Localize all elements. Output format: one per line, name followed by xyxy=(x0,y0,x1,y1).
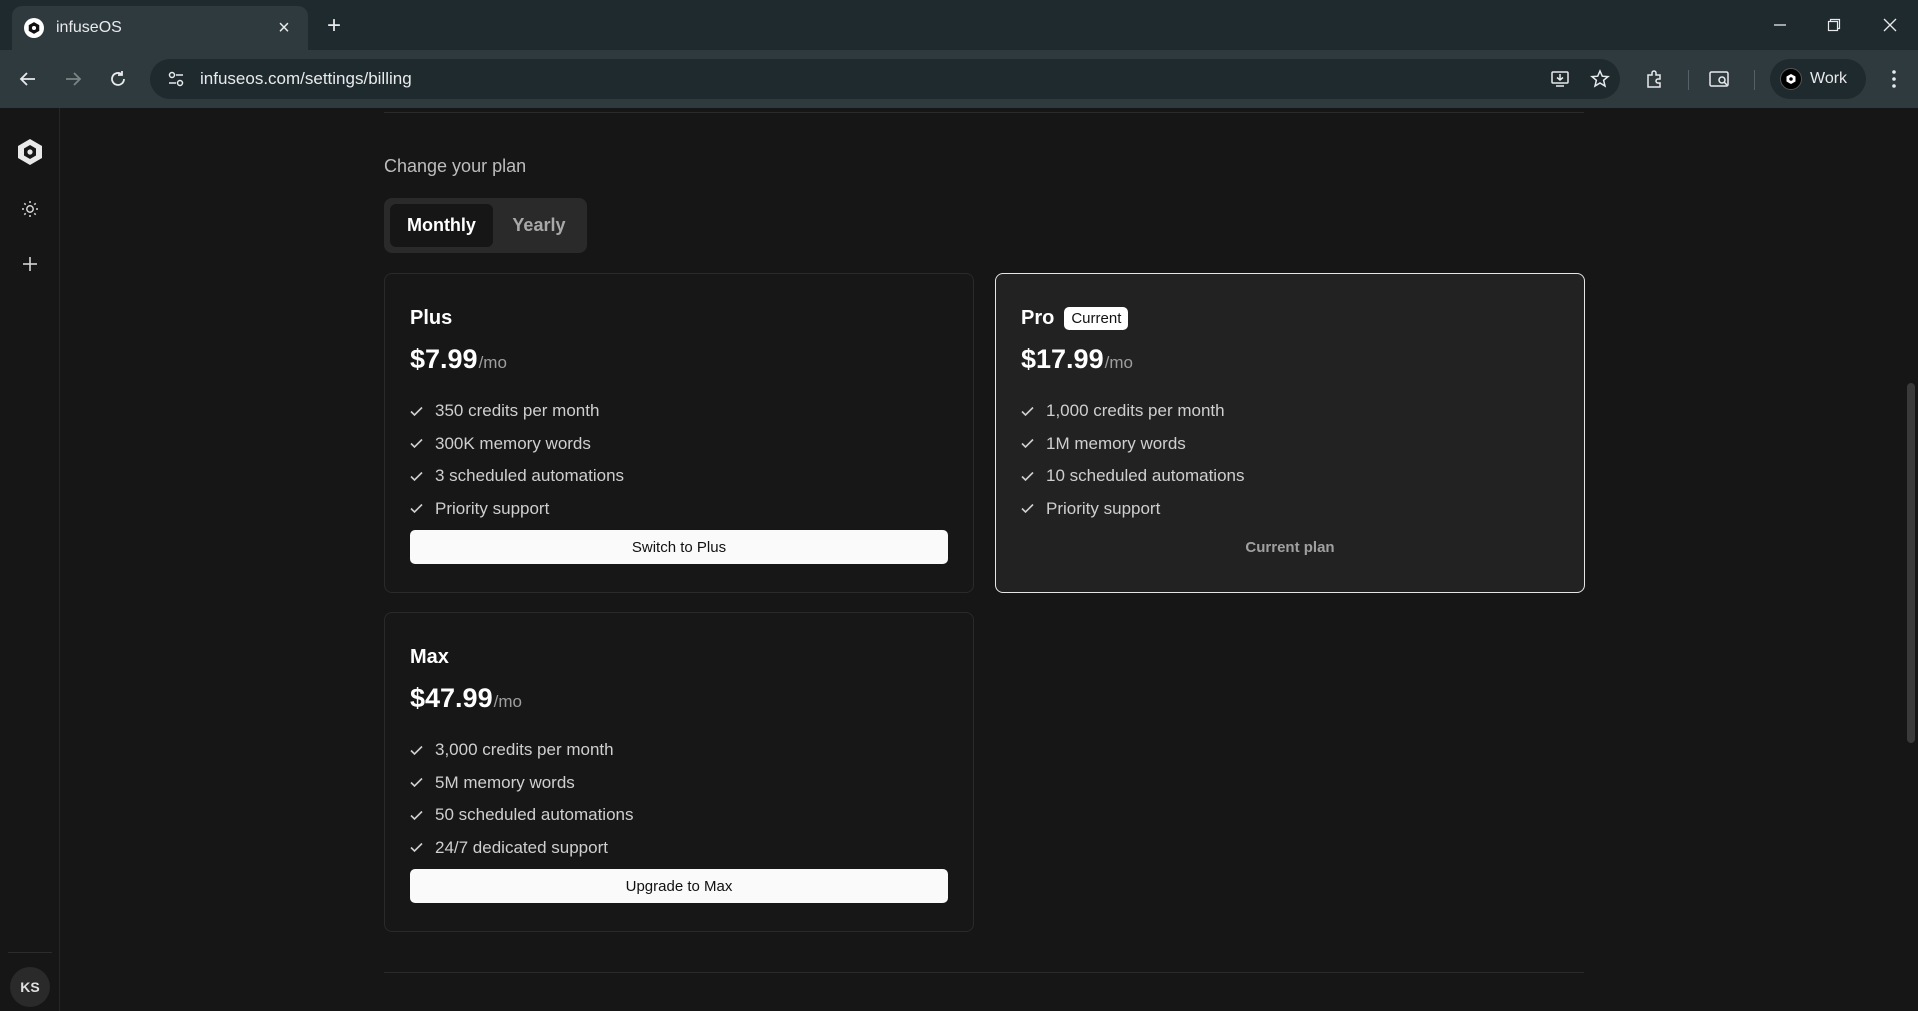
profile-name: Work xyxy=(1810,70,1848,87)
page-heading: Change your plan xyxy=(384,156,527,176)
check-icon xyxy=(410,777,435,788)
feature-list: 1,000 credits per month 1M memory words … xyxy=(1021,395,1559,525)
check-icon xyxy=(1021,438,1046,449)
minimize-icon[interactable] xyxy=(1752,0,1808,50)
add-icon[interactable] xyxy=(10,244,50,284)
plan-price: $7.99 xyxy=(410,344,478,374)
feature-item: 3,000 credits per month xyxy=(410,734,948,767)
url-text[interactable]: infuseos.com/settings/billing xyxy=(200,69,1540,89)
bookmark-star-icon[interactable] xyxy=(1580,59,1620,99)
feature-item: Priority support xyxy=(1021,493,1559,526)
browser-menu-icon[interactable] xyxy=(1876,61,1912,97)
check-icon xyxy=(410,471,435,482)
plan-card-pro: Pro Current $17.99 /mo 1,000 credits per… xyxy=(995,273,1585,593)
toggle-monthly[interactable]: Monthly xyxy=(390,204,493,247)
plan-price: $47.99 xyxy=(410,683,493,713)
sidebar-divider xyxy=(8,952,52,953)
new-tab-icon[interactable]: + xyxy=(318,10,350,42)
plan-card-plus: Plus $7.99 /mo 350 credits per month 300… xyxy=(384,273,974,593)
back-icon[interactable] xyxy=(10,61,46,97)
feature-item: 1,000 credits per month xyxy=(1021,395,1559,428)
check-icon xyxy=(1021,471,1046,482)
plan-name: Plus xyxy=(410,306,453,329)
feature-item: 5M memory words xyxy=(410,767,948,800)
current-badge: Current xyxy=(1064,306,1129,330)
profile-button[interactable]: Work xyxy=(1770,59,1866,99)
switch-to-plus-button[interactable]: Switch to Plus xyxy=(410,530,948,564)
check-icon xyxy=(410,406,435,417)
forward-icon[interactable] xyxy=(55,61,91,97)
feature-item: 24/7 dedicated support xyxy=(410,832,948,865)
feature-item: 10 scheduled automations xyxy=(1021,460,1559,493)
plan-card-max: Max $47.99 /mo 3,000 credits per month 5… xyxy=(384,612,974,932)
feature-item: 3 scheduled automations xyxy=(410,460,948,493)
extensions-icon[interactable] xyxy=(1636,61,1672,97)
app-viewport: KS Change your plan Monthly Yearly Plus … xyxy=(0,108,1918,1011)
feature-item: 300K memory words xyxy=(410,428,948,461)
install-app-icon[interactable] xyxy=(1540,59,1580,99)
section-divider xyxy=(384,972,1584,973)
feature-list: 3,000 credits per month 5M memory words … xyxy=(410,734,948,864)
browser-toolbar: infuseos.com/settings/billing Work xyxy=(0,50,1918,108)
feature-item: 50 scheduled automations xyxy=(410,799,948,832)
page-scrollbar[interactable] xyxy=(1904,108,1918,1011)
toggle-yearly[interactable]: Yearly xyxy=(497,204,581,247)
profile-avatar-icon xyxy=(1780,68,1802,90)
address-bar[interactable]: infuseos.com/settings/billing xyxy=(150,59,1620,99)
plan-period: /mo xyxy=(478,353,507,372)
plan-name: Max xyxy=(410,645,449,668)
close-window-icon[interactable] xyxy=(1862,0,1918,50)
app-sidebar: KS xyxy=(0,108,60,1011)
tab-search-icon[interactable] xyxy=(1702,61,1738,97)
check-icon xyxy=(1021,406,1046,417)
user-avatar[interactable]: KS xyxy=(10,967,50,1007)
check-icon xyxy=(1021,503,1046,514)
infuse-logo-icon xyxy=(24,18,44,38)
reload-icon[interactable] xyxy=(100,61,136,97)
restore-icon[interactable] xyxy=(1806,0,1862,50)
check-icon xyxy=(410,810,435,821)
section-divider xyxy=(384,112,1584,113)
check-icon xyxy=(410,503,435,514)
billing-period-toggle: Monthly Yearly xyxy=(384,198,587,253)
check-icon xyxy=(410,842,435,853)
scrollbar-thumb[interactable] xyxy=(1907,383,1915,743)
site-settings-icon[interactable] xyxy=(156,70,196,88)
check-icon xyxy=(410,438,435,449)
feature-item: 1M memory words xyxy=(1021,428,1559,461)
browser-tabstrip: infuseOS × + xyxy=(0,0,1918,50)
upgrade-to-max-button[interactable]: Upgrade to Max xyxy=(410,869,948,903)
tab-title: infuseOS xyxy=(56,19,122,36)
current-plan-label: Current plan xyxy=(1245,538,1335,556)
plan-price: $17.99 xyxy=(1021,344,1104,374)
infuse-home-icon[interactable] xyxy=(10,132,50,172)
feature-item: 350 credits per month xyxy=(410,395,948,428)
theme-sun-icon[interactable] xyxy=(10,189,50,229)
browser-tab[interactable]: infuseOS × xyxy=(12,6,308,50)
check-icon xyxy=(410,745,435,756)
tab-close-icon[interactable]: × xyxy=(272,17,296,40)
feature-item: Priority support xyxy=(410,493,948,526)
plan-period: /mo xyxy=(1104,353,1133,372)
plan-name: Pro xyxy=(1021,306,1055,329)
feature-list: 350 credits per month 300K memory words … xyxy=(410,395,948,525)
plan-period: /mo xyxy=(493,692,522,711)
toolbar-divider xyxy=(1754,70,1755,90)
toolbar-divider xyxy=(1688,70,1689,90)
